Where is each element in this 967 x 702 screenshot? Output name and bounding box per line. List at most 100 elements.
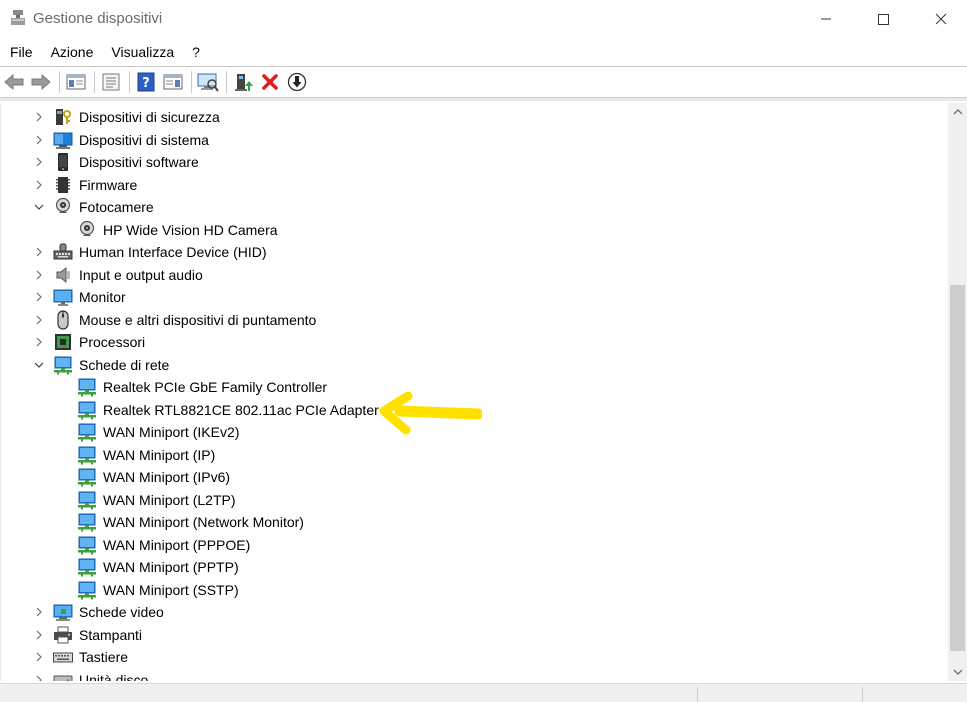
action-pane-icon [163, 74, 183, 89]
tree-device[interactable]: WAN Miniport (SSTP) [1, 579, 941, 601]
tree-item-label: Firmware [79, 176, 138, 193]
chevron-right-icon[interactable] [32, 133, 46, 147]
tree-item-label: Mouse e altri dispositivi di puntamento [79, 311, 317, 328]
help-icon: ? [137, 72, 155, 91]
tree-category[interactable]: Processori [1, 331, 941, 353]
chevron-right-icon[interactable] [32, 268, 46, 282]
chevron-right-icon[interactable] [32, 290, 46, 304]
chevron-right-icon[interactable] [32, 245, 46, 259]
network-adapter-icon [77, 377, 97, 397]
properties-button[interactable] [99, 70, 123, 94]
software-device-icon [53, 152, 73, 172]
tree-category[interactable]: Dispositivi di sicurezza [1, 106, 941, 128]
tree-category[interactable]: Fotocamere [1, 196, 941, 218]
window-title: Gestione dispositivi [33, 10, 163, 27]
display-adapter-icon [53, 602, 73, 622]
tree-item-label: Dispositivi di sicurezza [79, 109, 220, 125]
toolbar-separator [59, 70, 60, 93]
forward-button[interactable] [29, 70, 53, 94]
toolbar-divider [0, 97, 967, 101]
chevron-right-icon[interactable] [32, 628, 46, 642]
disable-device-icon [287, 72, 307, 91]
chevron-right-icon[interactable] [32, 110, 46, 124]
network-adapter-icon [77, 467, 97, 487]
tree-category[interactable]: Dispositivi di sistema [1, 129, 941, 151]
tree-item-label: Realtek RTL8821CE 802.11ac PCIe Adapter [103, 401, 379, 418]
tree-device[interactable]: WAN Miniport (PPTP) [1, 556, 941, 578]
maximize-button[interactable] [860, 0, 906, 38]
uninstall-icon [262, 73, 278, 90]
tree-device[interactable]: HP Wide Vision HD Camera [1, 219, 941, 241]
minimize-icon [821, 18, 831, 20]
tree-category[interactable]: Monitor [1, 286, 941, 308]
tree-category[interactable]: Schede di rete [1, 354, 941, 376]
chevron-right-icon[interactable] [32, 178, 46, 192]
update-driver-button[interactable] [231, 70, 255, 94]
network-adapter-icon [77, 490, 97, 510]
tree-category[interactable]: Tastiere [1, 646, 941, 668]
scan-hardware-button[interactable] [196, 70, 220, 94]
chevron-up-icon [953, 109, 962, 115]
annotation-arrow [379, 392, 482, 435]
minimize-button[interactable] [803, 0, 849, 38]
vertical-scrollbar[interactable] [948, 103, 967, 681]
chevron-right-icon[interactable] [32, 650, 46, 664]
disk-drive-icon [53, 670, 73, 681]
status-separator [862, 687, 863, 702]
tree-category[interactable]: Firmware [1, 174, 941, 196]
printer-icon [53, 625, 73, 645]
uninstall-button[interactable] [258, 70, 282, 94]
chevron-right-icon[interactable] [32, 673, 46, 681]
chevron-right-icon[interactable] [32, 335, 46, 349]
back-icon [4, 73, 24, 90]
chevron-down-icon[interactable] [32, 358, 46, 372]
security-device-icon [53, 107, 73, 127]
chevron-down-icon[interactable] [32, 200, 46, 214]
menu-help[interactable]: ? [183, 40, 209, 64]
tree-category[interactable]: Schede video [1, 601, 941, 623]
chevron-right-icon[interactable] [32, 155, 46, 169]
status-separator [697, 687, 698, 702]
menu-file[interactable]: File [0, 40, 42, 64]
scrollbar-thumb[interactable] [950, 285, 965, 651]
tree-item-label: WAN Miniport (Network Monitor) [103, 514, 304, 530]
forward-icon [31, 73, 51, 90]
network-adapter-icon [77, 422, 97, 442]
tree-item-label: Human Interface Device (HID) [79, 244, 267, 260]
camera-icon [53, 197, 73, 217]
scroll-down-button[interactable] [948, 663, 967, 681]
show-hide-console-tree-button[interactable] [64, 70, 88, 94]
action-pane-button[interactable] [161, 70, 185, 94]
tree-device[interactable]: WAN Miniport (IP) [1, 444, 941, 466]
mouse-icon [53, 309, 73, 330]
toolbar-separator [129, 70, 130, 93]
menu-visualizza[interactable]: Visualizza [102, 40, 183, 64]
tree-category[interactable]: Human Interface Device (HID) [1, 241, 941, 263]
firmware-icon [53, 175, 73, 195]
chevron-right-icon[interactable] [32, 605, 46, 619]
disable-device-button[interactable] [285, 70, 309, 94]
tree-category[interactable]: Input e output audio [1, 264, 941, 286]
tree-device[interactable]: WAN Miniport (IPv6) [1, 466, 941, 488]
tree-category[interactable]: Dispositivi software [1, 151, 941, 173]
chevron-down-icon [953, 669, 962, 675]
tree-device[interactable]: WAN Miniport (PPPOE) [1, 534, 941, 556]
tree-device[interactable]: WAN Miniport (Network Monitor) [1, 511, 941, 533]
toolbar-separator [226, 70, 227, 93]
menu-azione[interactable]: Azione [42, 40, 103, 64]
tree-category[interactable]: Unità disco [1, 669, 941, 681]
close-button[interactable] [918, 0, 964, 38]
tree-item-label: HP Wide Vision HD Camera [103, 221, 278, 238]
toolbar-separator [94, 70, 95, 93]
tree-category[interactable]: Stampanti [1, 624, 941, 646]
tree-item-label: Schede di rete [79, 356, 170, 373]
back-button[interactable] [2, 70, 26, 94]
tree-item-label: Fotocamere [79, 199, 154, 215]
tree-device[interactable]: WAN Miniport (L2TP) [1, 489, 941, 511]
camera-icon [77, 220, 97, 240]
scroll-up-button[interactable] [948, 103, 967, 121]
chevron-right-icon[interactable] [32, 313, 46, 327]
system-device-icon [53, 130, 73, 150]
help-button[interactable]: ? [134, 70, 158, 94]
tree-category[interactable]: Mouse e altri dispositivi di puntamento [1, 309, 941, 331]
